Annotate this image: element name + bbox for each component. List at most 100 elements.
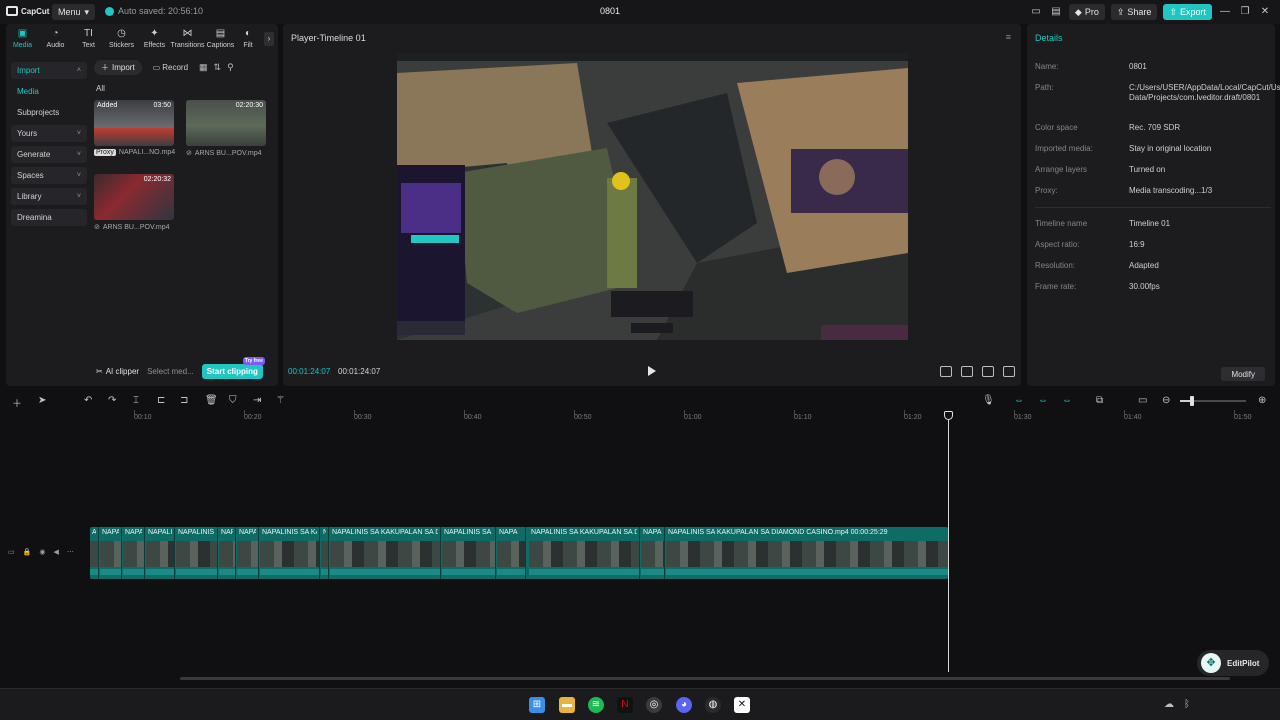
filter-icon[interactable]: ⚲: [227, 62, 234, 73]
video-clip[interactable]: NAPALINIS SA KAKUPALAN SA DIA: [330, 527, 441, 579]
sidebar-item-library[interactable]: Library ˅: [11, 188, 87, 205]
cover-icon[interactable]: ▭: [8, 548, 15, 556]
crop-icon[interactable]: [961, 366, 973, 377]
zoom-out-icon[interactable]: ⊖: [1162, 395, 1170, 406]
sort-icon[interactable]: ⇅: [214, 62, 222, 73]
video-clip[interactable]: NAPALIN: [146, 527, 175, 579]
capcut-taskbar-icon[interactable]: ✕: [734, 697, 750, 713]
tabs-scroll-right[interactable]: ›: [264, 32, 274, 46]
grid-view-icon[interactable]: ▦: [199, 62, 208, 73]
aspect-ratio-icon[interactable]: [982, 366, 994, 377]
magic-wand-icon[interactable]: ⚚: [276, 395, 285, 406]
pro-button[interactable]: ◆ Pro: [1068, 4, 1105, 20]
redo-icon[interactable]: ↷: [108, 395, 116, 406]
share-button[interactable]: ⇪ Share: [1110, 4, 1158, 20]
video-clip[interactable]: NAPA: [123, 527, 145, 579]
video-clip[interactable]: NAP: [219, 527, 236, 579]
tab-text[interactable]: TI Text: [72, 26, 105, 52]
tab-audio[interactable]: ◔ Audio: [39, 26, 72, 52]
timeline-ruler[interactable]: 00:10 00:20 00:30 00:40 00:50 01:00 01:1…: [90, 410, 1280, 426]
eye-icon[interactable]: ◉: [39, 548, 45, 556]
timeline-area[interactable]: ▭ 🔒 ◉ ◀ ⋯ AP NAPA NAPA NAPALIN NAPALINIS…: [0, 426, 1280, 676]
tab-media[interactable]: ▣ Media: [6, 26, 39, 52]
import-button[interactable]: ＋ Import: [94, 60, 142, 75]
playhead-handle[interactable]: [944, 411, 953, 420]
sidebar-item-dreamina[interactable]: Dreamina: [11, 209, 87, 226]
shortcut-icon[interactable]: ▤: [1049, 5, 1063, 19]
cloud-icon[interactable]: ☁: [1164, 699, 1174, 710]
preview-axis-icon[interactable]: ⧉: [1096, 395, 1103, 406]
video-clip[interactable]: NAPALINIS SA KAKUPALAN SA DIA: [529, 527, 640, 579]
trim-left-icon[interactable]: ⊏: [157, 395, 165, 406]
obs-icon[interactable]: ◍: [705, 697, 721, 713]
file-explorer-icon[interactable]: ▬: [559, 697, 575, 713]
tab-stickers[interactable]: ◷ Stickers: [105, 26, 138, 52]
spotify-icon[interactable]: ≋: [588, 697, 604, 713]
editpilot-button[interactable]: ✥ EditPilot: [1197, 650, 1269, 676]
modify-button[interactable]: Modify: [1221, 367, 1265, 381]
tab-captions[interactable]: ▤ Captions: [204, 26, 237, 52]
video-clip[interactable]: NAPA: [100, 527, 122, 579]
caption-track-icon[interactable]: ▭: [1138, 395, 1147, 406]
ai-clipper[interactable]: ✂ AI clipper: [96, 367, 139, 376]
zoom-in-icon[interactable]: ⊕: [1258, 395, 1266, 406]
playhead[interactable]: [948, 412, 949, 672]
sidebar-item-subprojects[interactable]: Subprojects: [11, 104, 87, 121]
sidebar-item-spaces[interactable]: Spaces ˅: [11, 167, 87, 184]
zoom-knob[interactable]: [1190, 396, 1194, 406]
video-clip[interactable]: NAPALINIS SA KAKUPALAN SA DIAMOND CASINO…: [666, 527, 948, 579]
undo-icon[interactable]: ↶: [84, 395, 92, 406]
export-button[interactable]: ⇧ Export: [1163, 4, 1212, 20]
play-icon[interactable]: [647, 365, 657, 377]
link-clips-icon[interactable]: ⇔: [1014, 395, 1024, 406]
discord-icon[interactable]: ◕: [676, 697, 692, 713]
sidebar-item-media[interactable]: Media: [11, 83, 87, 100]
sidebar-item-import[interactable]: Import ˄: [11, 62, 87, 79]
netflix-icon[interactable]: N: [617, 697, 633, 713]
video-clip[interactable]: NAPA: [641, 527, 665, 579]
video-clip[interactable]: N: [321, 527, 329, 579]
sidebar-item-generate[interactable]: Generate ˅: [11, 146, 87, 163]
select-tool-icon[interactable]: ➤: [38, 395, 46, 406]
add-track-icon[interactable]: ＋: [12, 395, 22, 410]
microphone-icon[interactable]: 🎙: [982, 395, 995, 406]
chrome-icon[interactable]: ◎: [646, 697, 662, 713]
video-clip[interactable]: NAPALINIS: [176, 527, 218, 579]
media-item[interactable]: 02:20:30 ⊘ ARNS BU...POV.mp4: [186, 100, 266, 157]
restore-icon[interactable]: ❐: [1238, 5, 1252, 19]
video-track[interactable]: AP NAPA NAPA NAPALIN NAPALINIS NAP NAPA …: [90, 527, 948, 579]
record-button[interactable]: ▭ Record: [148, 60, 193, 75]
trim-right-icon[interactable]: ⊐: [180, 395, 188, 406]
fullscreen-icon[interactable]: [1003, 366, 1015, 377]
video-clip[interactable]: NAPA: [497, 527, 526, 579]
close-icon[interactable]: ✕: [1258, 5, 1272, 19]
mute-icon[interactable]: ◀: [53, 548, 58, 556]
freeze-icon[interactable]: ⇥: [253, 395, 261, 406]
tab-transitions[interactable]: ⋈ Transitions: [171, 26, 205, 52]
timeline-scrollbar[interactable]: [180, 677, 1230, 680]
split-icon[interactable]: ⌶: [133, 395, 139, 406]
delete-icon[interactable]: 🗑: [205, 395, 218, 406]
tab-effects[interactable]: ✦ Effects: [138, 26, 171, 52]
quality-icon[interactable]: [940, 366, 952, 377]
layout-icon[interactable]: ▭: [1029, 5, 1043, 19]
media-item[interactable]: Added 03:50 Proxy NAPALI...NO.mp4: [94, 100, 175, 156]
media-item[interactable]: 02:20:32 ⊘ ARNS BU...POV.mp4: [94, 174, 174, 231]
windows-start-icon[interactable]: ⊞: [529, 697, 545, 713]
more-icon[interactable]: ⋯: [67, 548, 74, 556]
video-clip[interactable]: NAPALINIS SA K: [442, 527, 496, 579]
video-clip[interactable]: AP: [90, 527, 99, 579]
player-menu-icon[interactable]: ≡: [1006, 32, 1011, 42]
minimize-icon[interactable]: —: [1218, 5, 1232, 19]
zoom-slider[interactable]: [1180, 396, 1246, 406]
video-clip[interactable]: NAPALINIS SA KA: [260, 527, 320, 579]
sidebar-item-yours[interactable]: Yours ˅: [11, 125, 87, 142]
start-clipping-button[interactable]: Start clipping Try free: [201, 357, 265, 379]
snap-icon[interactable]: ⇔: [1062, 395, 1072, 406]
bluetooth-icon[interactable]: ᛒ: [1184, 699, 1190, 710]
tab-filters[interactable]: ◐ Filt: [237, 26, 259, 52]
shield-icon[interactable]: ⛉: [229, 395, 237, 406]
magnet-icon[interactable]: ⇔: [1038, 395, 1048, 406]
video-preview[interactable]: [397, 53, 908, 340]
video-clip[interactable]: NAPA: [237, 527, 259, 579]
